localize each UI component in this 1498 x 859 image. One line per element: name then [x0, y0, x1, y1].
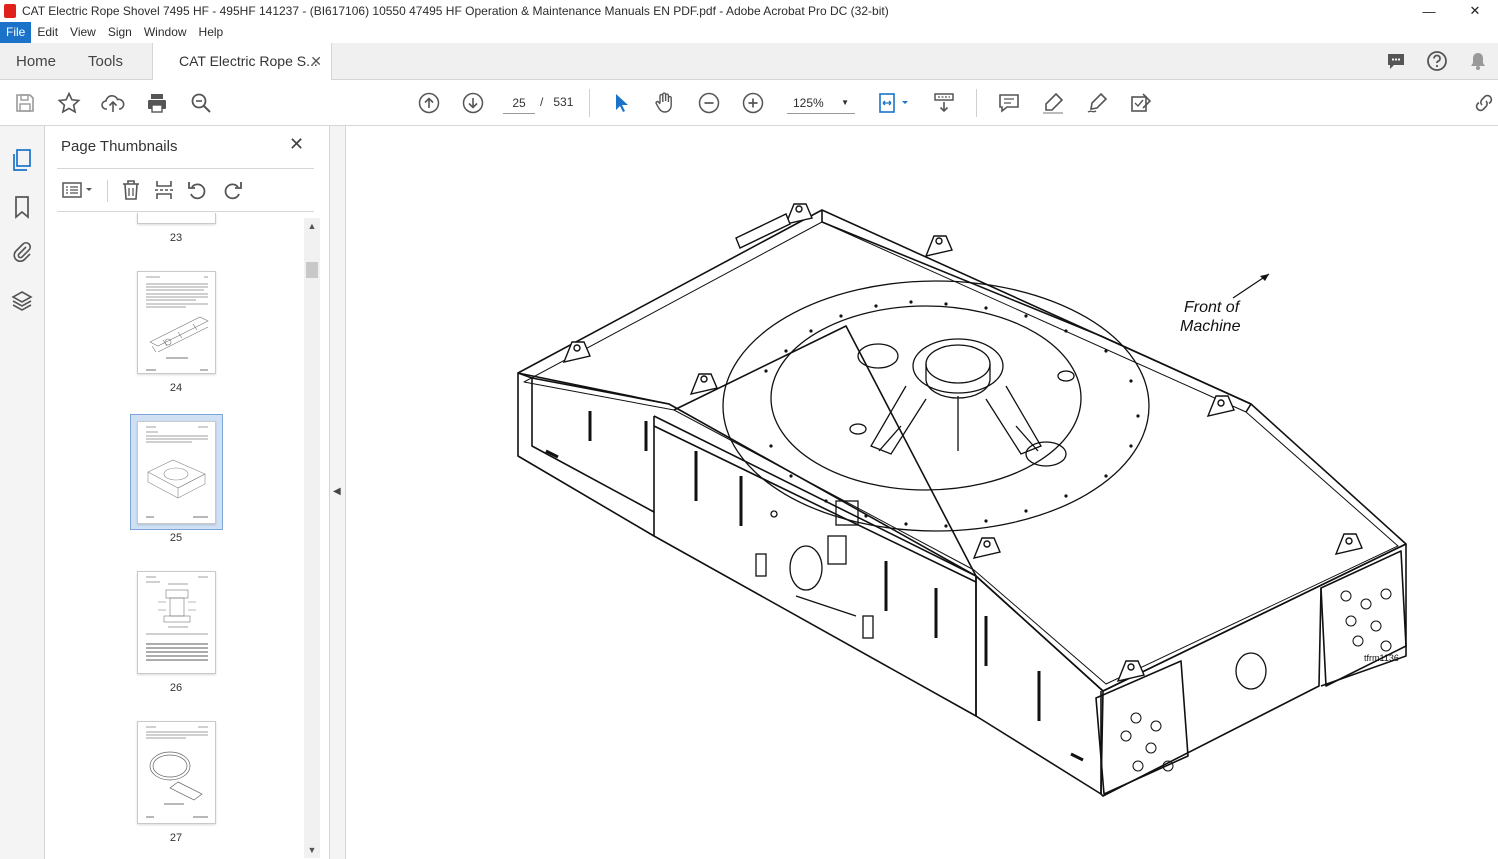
extract-pages-icon[interactable]: [152, 178, 176, 202]
bookmarks-icon[interactable]: [10, 195, 34, 219]
menu-bar: File Edit View Sign Window Help: [0, 22, 1498, 43]
panel-collapse-handle[interactable]: ◀: [330, 126, 346, 859]
document-view[interactable]: Front of Machine tfrm1136: [346, 126, 1498, 859]
close-window-button[interactable]: ✕: [1452, 0, 1498, 22]
scroll-down-arrow-icon[interactable]: ▼: [304, 842, 320, 858]
minimize-button[interactable]: —: [1406, 0, 1452, 22]
thumbnail-page-number: 25: [169, 532, 183, 544]
upload-cloud-icon[interactable]: [101, 91, 125, 115]
document-tab-label: CAT Electric Rope S...: [179, 53, 318, 69]
highlight-pen-icon[interactable]: [1041, 91, 1065, 115]
select-cursor-icon[interactable]: [609, 91, 633, 115]
notification-bell-icon[interactable]: [1466, 49, 1490, 73]
tab-tools[interactable]: Tools: [88, 43, 123, 80]
scroll-mode-icon[interactable]: [932, 91, 956, 115]
menu-window[interactable]: Window: [138, 22, 193, 43]
collapse-arrow-icon: ◀: [333, 486, 341, 497]
bookmark-star-icon[interactable]: [57, 91, 81, 115]
delete-page-icon[interactable]: [119, 178, 143, 202]
page-thumbnail[interactable]: [137, 271, 216, 374]
page-thumbnail-selected[interactable]: [137, 421, 216, 524]
panel-divider: [57, 211, 314, 212]
scroll-up-arrow-icon[interactable]: ▲: [304, 218, 320, 234]
figure-id-label: tfrm1136: [1364, 653, 1399, 663]
toolbar: / 531 125% ▼: [0, 80, 1498, 126]
panel-title: Page Thumbnails: [61, 138, 178, 155]
thumbnail-options-menu-icon[interactable]: [60, 178, 96, 202]
menu-view[interactable]: View: [64, 22, 102, 43]
menu-edit[interactable]: Edit: [31, 22, 64, 43]
thumbnail-page-number: 27: [169, 832, 183, 844]
panel-toolbar-divider: [107, 180, 108, 202]
page-thumbnail[interactable]: [137, 213, 216, 224]
hand-tool-icon[interactable]: [653, 91, 677, 115]
print-icon[interactable]: [145, 91, 169, 115]
rotate-counterclockwise-icon[interactable]: [186, 178, 210, 202]
menu-sign[interactable]: Sign: [102, 22, 138, 43]
previous-page-icon[interactable]: [417, 91, 441, 115]
thumbnail-page-number: 24: [169, 382, 183, 394]
tab-home[interactable]: Home: [16, 43, 56, 80]
menu-file[interactable]: File: [0, 22, 32, 43]
chevron-down-icon: ▼: [841, 98, 849, 107]
page-total-count: 531: [553, 95, 574, 109]
draw-freeform-icon[interactable]: [1085, 91, 1109, 115]
tab-document[interactable]: CAT Electric Rope S... ✕: [152, 43, 332, 80]
panel-divider: [57, 168, 314, 169]
menu-help[interactable]: Help: [193, 22, 230, 43]
page-thumbnails-icon[interactable]: [10, 148, 34, 172]
layers-icon[interactable]: [10, 289, 34, 313]
share-link-icon[interactable]: [1472, 91, 1496, 115]
thumbnail-page-number: 26: [169, 682, 183, 694]
zoom-level-value: 125%: [793, 96, 824, 110]
page-separator: /: [540, 95, 544, 109]
toolbar-divider: [589, 89, 590, 117]
front-of-machine-label-line2: Machine: [1180, 318, 1241, 335]
close-panel-icon[interactable]: ✕: [289, 134, 304, 155]
page-thumbnail[interactable]: [137, 571, 216, 674]
machine-frame-illustration: Front of Machine tfrm1136: [517, 203, 1407, 797]
page-total: / 531: [540, 95, 573, 109]
zoom-level-select[interactable]: 125% ▼: [787, 92, 855, 114]
zoom-out-icon[interactable]: [697, 91, 721, 115]
toolbar-divider: [976, 89, 977, 117]
rotate-clockwise-icon[interactable]: [220, 178, 244, 202]
page-thumbnails-panel: Page Thumbnails ✕ 23 24 25 26 27 ▲ ▼: [45, 126, 330, 859]
zoom-search-icon[interactable]: [189, 91, 213, 115]
zoom-in-icon[interactable]: [741, 91, 765, 115]
acrobat-app-icon: [4, 4, 16, 18]
fill-sign-icon[interactable]: [1129, 91, 1153, 115]
comment-bubble-icon[interactable]: [1384, 49, 1408, 73]
next-page-icon[interactable]: [461, 91, 485, 115]
fit-page-icon[interactable]: [876, 91, 912, 115]
window-title: CAT Electric Rope Shovel 7495 HF - 495HF…: [22, 4, 889, 18]
close-tab-icon[interactable]: ✕: [310, 43, 322, 80]
left-navigation-rail: [0, 126, 45, 859]
add-comment-icon[interactable]: [997, 91, 1021, 115]
page-number-input[interactable]: [503, 92, 535, 114]
attachments-paperclip-icon[interactable]: [10, 240, 34, 264]
help-icon[interactable]: [1425, 49, 1449, 73]
thumbnail-scrollbar[interactable]: ▲ ▼: [304, 218, 320, 858]
title-bar: CAT Electric Rope Shovel 7495 HF - 495HF…: [0, 0, 1498, 22]
thumbnail-page-number: 23: [169, 232, 183, 244]
save-icon[interactable]: [13, 91, 37, 115]
page-thumbnail[interactable]: [137, 721, 216, 824]
front-of-machine-label-line1: Front of: [1184, 299, 1241, 316]
tab-bar: Home Tools CAT Electric Rope S... ✕: [0, 43, 1498, 80]
scrollbar-thumb[interactable]: [306, 262, 318, 278]
